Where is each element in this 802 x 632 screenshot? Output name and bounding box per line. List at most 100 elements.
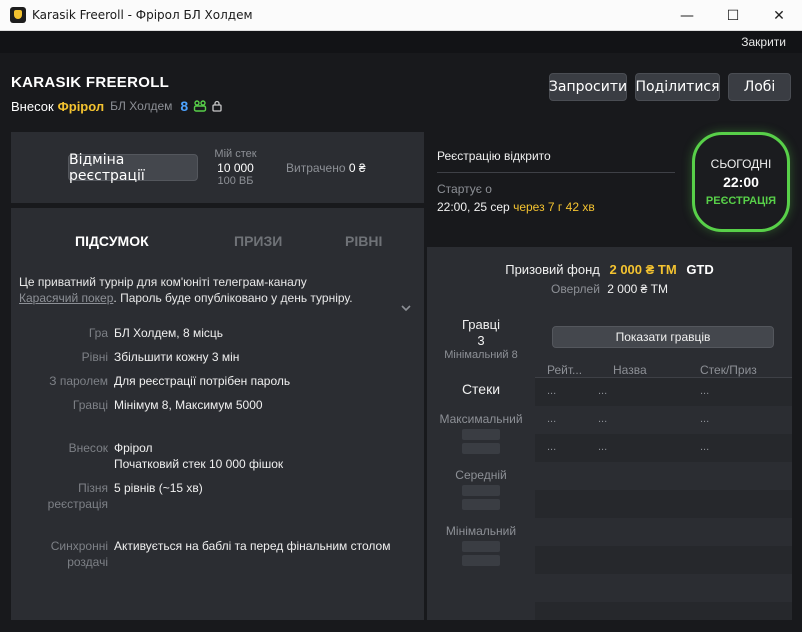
registration-panel: Відміна реєстрації Мій стек 10 000 100 В… bbox=[11, 132, 424, 203]
stack-max: Максимальний bbox=[427, 412, 535, 454]
column-name[interactable]: Назва bbox=[613, 363, 647, 377]
game-type: БЛ Холдем bbox=[110, 99, 173, 113]
my-stack-value: 10 000 bbox=[217, 161, 254, 175]
badge-time: 22:00 bbox=[723, 174, 759, 190]
cell-name: ... bbox=[598, 413, 608, 425]
table-row-empty bbox=[535, 602, 792, 620]
prize-fund: Призовий фонд 2 000 ₴ TM GTD bbox=[427, 262, 792, 277]
cell-rating: ... bbox=[547, 413, 557, 425]
show-players-button[interactable]: Показати гравців bbox=[552, 326, 774, 348]
spent-value: 0 ₴ bbox=[348, 161, 366, 175]
players-summary: Гравці 3 Мінімальний 8 bbox=[427, 317, 535, 361]
close-link[interactable]: Закрити bbox=[741, 35, 786, 49]
cell-name: ... bbox=[598, 385, 608, 397]
divider bbox=[437, 172, 675, 173]
description-text: Це приватний турнір для ком'юніті телегр… bbox=[19, 275, 307, 289]
my-stack: Мій стек 10 000 100 ВБ bbox=[209, 148, 262, 187]
players-value: 3 bbox=[477, 333, 485, 348]
overlay-label: Оверлей bbox=[551, 282, 600, 296]
table-row[interactable]: ... ... ... bbox=[535, 434, 792, 462]
info-key: Пізня bbox=[78, 481, 108, 495]
table-row[interactable]: ... ... ... bbox=[535, 406, 792, 434]
info-key-2: роздачі bbox=[67, 555, 108, 569]
info-value: Мінімум 8, Максимум 5000 bbox=[114, 398, 263, 412]
info-value-2: Початковий стек 10 000 фішок bbox=[114, 457, 284, 471]
info-value: Для реєстрації потрібен пароль bbox=[114, 374, 291, 388]
maximize-button[interactable]: ☐ bbox=[710, 0, 756, 31]
table-row[interactable]: ... ... ... bbox=[535, 378, 792, 406]
close-window-button[interactable]: ✕ bbox=[756, 0, 802, 31]
chevron-down-icon[interactable] bbox=[400, 302, 412, 314]
registration-status: Реєстрацію відкрито bbox=[437, 149, 551, 163]
info-key: З паролем bbox=[49, 374, 108, 388]
lock-icon bbox=[212, 100, 222, 112]
lobby-button[interactable]: Лобі bbox=[728, 73, 791, 101]
invite-button[interactable]: Запросити bbox=[549, 73, 627, 101]
stacks-label: Стеки bbox=[461, 381, 501, 397]
window-titlebar: Karasik Freeroll - Фрірол БЛ Холдем — ☐ … bbox=[0, 0, 802, 31]
stack-avg-label: Середній bbox=[455, 468, 507, 482]
tab-summary[interactable]: ПІДСУМОК bbox=[75, 233, 149, 249]
spent: Витрачено 0 ₴ bbox=[286, 161, 366, 175]
info-key: Рівні bbox=[81, 350, 108, 364]
community-icon bbox=[194, 100, 207, 112]
table-row-empty bbox=[535, 490, 792, 518]
column-stack-prize[interactable]: Стек/Приз bbox=[700, 363, 757, 377]
tournament-title: KARASIK FREEROLL bbox=[11, 74, 170, 91]
info-key: Внесок bbox=[68, 441, 108, 455]
prize-panel: Призовий фонд 2 000 ₴ TM GTD Оверлей 2 0… bbox=[427, 247, 792, 620]
channel-link[interactable]: Карасячий покер bbox=[19, 291, 113, 305]
info-value: Збільшити кожну 3 мін bbox=[114, 350, 240, 364]
info-key: Гра bbox=[88, 326, 108, 340]
start-date: 22:00, 25 сер bbox=[437, 200, 510, 214]
players-count: 8 bbox=[180, 98, 189, 114]
cell-stack: ... bbox=[700, 441, 710, 453]
stack-max-label: Максимальний bbox=[439, 412, 523, 426]
prize-fund-label: Призовий фонд bbox=[505, 262, 600, 277]
info-key: Гравці bbox=[72, 398, 108, 412]
close-bar: Закрити bbox=[0, 31, 802, 53]
players-label: Гравці bbox=[461, 317, 500, 332]
stack-min-placeholder-2 bbox=[462, 555, 500, 566]
stack-min-label: Мінімальний bbox=[445, 524, 517, 538]
players-min: Мінімальний 8 bbox=[444, 349, 518, 361]
start-countdown: через 7 г 42 хв bbox=[513, 200, 595, 214]
cell-stack: ... bbox=[700, 385, 710, 397]
share-button[interactable]: Поділитися bbox=[635, 73, 720, 101]
tab-levels[interactable]: РІВНІ bbox=[345, 233, 382, 249]
cell-rating: ... bbox=[547, 441, 557, 453]
my-stack-bb: 100 ВБ bbox=[217, 175, 254, 187]
column-rating[interactable]: Рейт... bbox=[547, 363, 582, 377]
overlay-value: 2 000 ₴ TM bbox=[607, 282, 668, 296]
cell-name: ... bbox=[598, 441, 608, 453]
starts-label: Стартує о bbox=[437, 182, 492, 196]
stack-avg-placeholder-2 bbox=[462, 499, 500, 510]
status-badge: СЬОГОДНІ 22:00 РЕЄСТРАЦІЯ bbox=[692, 132, 790, 232]
info-value: Фрірол bbox=[114, 441, 153, 455]
start-time: 22:00, 25 сер через 7 г 42 хв bbox=[437, 200, 595, 214]
table-row-empty bbox=[535, 462, 792, 490]
buyin-value: Фрірол bbox=[57, 98, 105, 114]
tournament-description: Це приватний турнір для ком'юніті телегр… bbox=[19, 274, 409, 306]
gtd-label: GTD bbox=[686, 262, 714, 277]
cell-rating: ... bbox=[547, 385, 557, 397]
table-row-empty bbox=[535, 546, 792, 574]
cancel-registration-button[interactable]: Відміна реєстрації bbox=[68, 152, 198, 184]
stack-avg-placeholder bbox=[462, 485, 500, 496]
tab-prizes[interactable]: ПРИЗИ bbox=[234, 233, 282, 249]
info-value: 5 рівнів (~15 хв) bbox=[114, 481, 203, 495]
description-text-2: . Пароль буде опубліковано у день турнір… bbox=[113, 291, 353, 305]
info-value: Активується на баблі та перед фінальним … bbox=[114, 539, 391, 553]
stack-max-placeholder bbox=[462, 429, 500, 440]
info-key: Синхронні bbox=[50, 539, 108, 553]
stack-avg: Середній bbox=[427, 468, 535, 510]
spent-label: Витрачено bbox=[286, 161, 346, 175]
badge-state: РЕЄСТРАЦІЯ bbox=[705, 195, 777, 207]
table-row-empty bbox=[535, 574, 792, 602]
my-stack-label: Мій стек bbox=[214, 148, 257, 160]
minimize-button[interactable]: — bbox=[664, 0, 710, 31]
info-value: БЛ Холдем, 8 місць bbox=[114, 326, 224, 340]
prize-fund-value: 2 000 ₴ TM bbox=[609, 262, 677, 277]
summary-panel: ПІДСУМОК ПРИЗИ РІВНІ Це приватний турнір… bbox=[11, 208, 424, 620]
window-title: Karasik Freeroll - Фрірол БЛ Холдем bbox=[32, 8, 253, 22]
